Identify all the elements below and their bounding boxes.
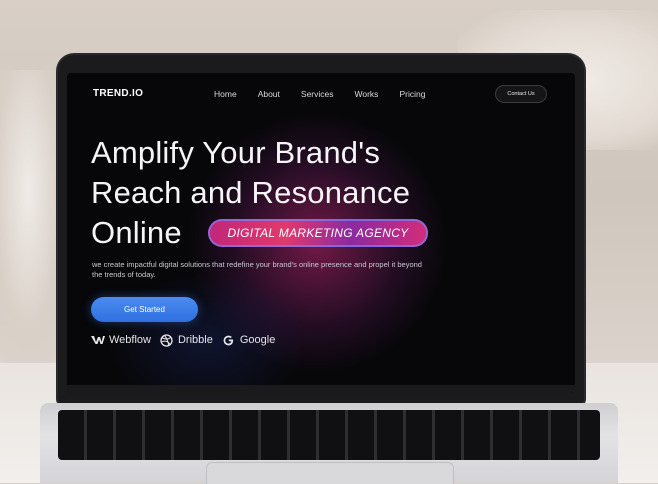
get-started-button[interactable]: Get Started [91,297,198,322]
agency-badge-label: DIGITAL MARKETING AGENCY [227,226,409,240]
nav-link-services[interactable]: Services [301,89,334,99]
keyboard [58,410,600,460]
brand-logo[interactable]: TREND.IO [93,88,143,99]
nav-link-home[interactable]: Home [214,89,237,99]
hero-subtext: we create impactful digital solutions th… [92,260,422,279]
partner-logos: Webflow Dribble Google [91,333,284,347]
nav-link-about[interactable]: About [258,89,280,99]
top-navigation: TREND.IO Home About Services Works Prici… [67,73,575,115]
nav-links: Home About Services Works Pricing [214,89,446,99]
partner-google-label: Google [239,334,276,346]
nav-link-works[interactable]: Works [355,89,379,99]
agency-badge: DIGITAL MARKETING AGENCY [208,219,428,247]
trackpad [206,462,454,484]
laptop-screen: TREND.IO Home About Services Works Prici… [67,73,575,393]
partner-google: Google [222,333,275,347]
contact-us-button[interactable]: Contact Us [495,85,547,103]
nav-link-pricing[interactable]: Pricing [399,89,425,99]
headline-line-2: Reach and Resonance [91,175,411,210]
google-icon [222,333,236,347]
partner-dribbble-label: Dribble [177,334,213,346]
webflow-icon [91,333,105,347]
partner-dribbble: Dribble [160,333,213,347]
headline-line-1: Amplify Your Brand's [91,135,381,170]
partner-webflow: Webflow [91,333,151,347]
partner-webflow-label: Webflow [109,334,151,346]
screen-bezel-bottom [67,385,575,393]
dribbble-icon [160,333,174,347]
